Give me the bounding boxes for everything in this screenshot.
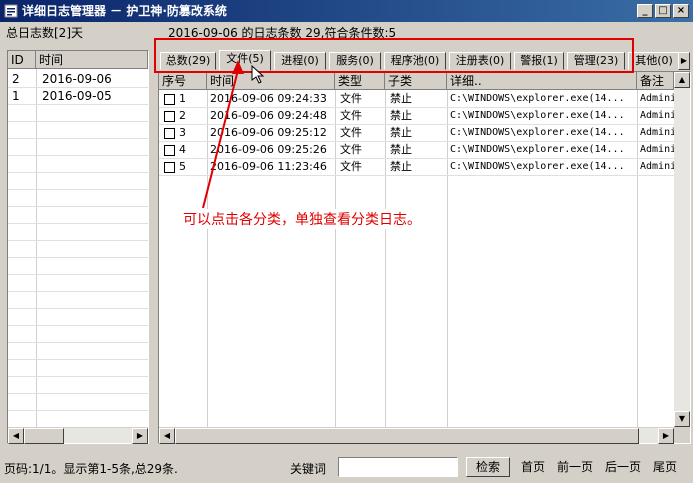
next-page-link[interactable]: 后一页 <box>605 458 641 475</box>
scroll-up-icon[interactable]: ▲ <box>674 72 690 88</box>
log-table-vscrollbar[interactable]: ▲ ▼ <box>674 72 690 427</box>
log-cell-subtype: 禁止 <box>390 143 412 156</box>
app-icon <box>4 4 18 18</box>
log-cell-note: Adminis <box>640 110 674 121</box>
maximize-button[interactable]: □ <box>655 4 671 18</box>
date-row-date[interactable]: 2016-09-05 <box>42 88 112 104</box>
annotation-text: 可以点击各分类，单独查看分类日志。 <box>181 209 423 229</box>
log-header-detail[interactable]: 详细.. <box>447 72 637 90</box>
log-cell-detail: C:\WINDOWS\explorer.exe(14... <box>450 93 625 104</box>
log-cell-type: 文件 <box>340 160 362 173</box>
log-cell-no: 2 <box>179 109 186 122</box>
log-cell-time: 2016-09-06 09:25:12 <box>210 126 327 139</box>
date-list-hscrollbar[interactable]: ◀ ▶ <box>8 427 148 444</box>
log-cell-note: Adminis <box>640 144 674 155</box>
date-row-id[interactable]: 2 <box>12 71 20 87</box>
scroll-down-icon[interactable]: ▼ <box>674 411 690 427</box>
log-manager-window: 详细日志管理器 － 护卫神·防篡改系统 _ □ × 总日志数[2]天 2016-… <box>0 0 693 483</box>
title-bar[interactable]: 详细日志管理器 － 护卫神·防篡改系统 _ □ × <box>0 0 693 22</box>
log-cell-type: 文件 <box>340 92 362 105</box>
log-header-subtype[interactable]: 子类 <box>385 72 447 90</box>
tabs-highlight-box <box>154 38 634 73</box>
log-header-no[interactable]: 序号 <box>159 72 207 90</box>
log-cell-no: 4 <box>179 143 186 156</box>
date-list-header-id[interactable]: ID <box>8 51 36 69</box>
log-table: 序号 时间 类型 子类 详细.. 备注 1 2016-09-06 09:24:3… <box>158 71 691 444</box>
log-header-note[interactable]: 备注 <box>637 72 674 90</box>
search-button[interactable]: 检索 <box>466 457 510 477</box>
prev-page-link[interactable]: 前一页 <box>557 458 593 475</box>
row-checkbox[interactable] <box>164 111 175 122</box>
log-cell-detail: C:\WINDOWS\explorer.exe(14... <box>450 161 625 172</box>
scroll-left-icon[interactable]: ◀ <box>159 428 175 444</box>
log-cell-note: Adminis <box>640 127 674 138</box>
log-cell-type: 文件 <box>340 143 362 156</box>
log-table-hscrollbar[interactable]: ◀ ▶ <box>159 427 674 444</box>
log-cell-no: 3 <box>179 126 186 139</box>
keyword-label: 关键词 <box>290 462 327 476</box>
log-cell-detail: C:\WINDOWS\explorer.exe(14... <box>450 110 625 121</box>
tab-other[interactable]: 其他(0) <box>628 52 680 70</box>
log-cell-time: 2016-09-06 11:23:46 <box>210 160 327 173</box>
date-row-date[interactable]: 2016-09-06 <box>42 71 112 87</box>
log-cell-note: Adminis <box>640 161 674 172</box>
scroll-thumb[interactable] <box>24 428 64 444</box>
tab-scroll-right-icon[interactable]: ▶ <box>678 52 690 70</box>
window-title: 详细日志管理器 － 护卫神·防篡改系统 <box>22 4 227 18</box>
row-checkbox[interactable] <box>164 128 175 139</box>
log-cell-subtype: 禁止 <box>390 109 412 122</box>
log-cell-no: 5 <box>179 160 186 173</box>
log-cell-detail: C:\WINDOWS\explorer.exe(14... <box>450 144 625 155</box>
scroll-right-icon[interactable]: ▶ <box>132 428 148 444</box>
row-checkbox[interactable] <box>164 162 175 173</box>
log-cell-time: 2016-09-06 09:24:48 <box>210 109 327 122</box>
scroll-left-icon[interactable]: ◀ <box>8 428 24 444</box>
date-row-id[interactable]: 1 <box>12 88 20 104</box>
log-cell-no: 1 <box>179 92 186 105</box>
last-page-link[interactable]: 尾页 <box>653 458 677 475</box>
row-checkbox[interactable] <box>164 145 175 156</box>
total-days-label: 总日志数[2]天 <box>6 26 83 40</box>
row-checkbox[interactable] <box>164 94 175 105</box>
minimize-button[interactable]: _ <box>637 4 653 18</box>
log-cell-subtype: 禁止 <box>390 126 412 139</box>
close-button[interactable]: × <box>673 4 689 18</box>
log-cell-detail: C:\WINDOWS\explorer.exe(14... <box>450 127 625 138</box>
date-list: ID 时间 2 2016-09-06 1 2016-09-05 ◀ ▶ <box>7 50 149 444</box>
scroll-thumb[interactable] <box>175 428 639 444</box>
log-cell-time: 2016-09-06 09:24:33 <box>210 92 327 105</box>
scroll-corner <box>674 427 690 443</box>
log-cell-note: Adminis <box>640 93 674 104</box>
date-list-header-date[interactable]: 时间 <box>36 51 148 69</box>
log-cell-type: 文件 <box>340 126 362 139</box>
page-info-label: 页码:1/1。显示第1-5条,总29条. <box>4 462 178 476</box>
log-cell-subtype: 禁止 <box>390 160 412 173</box>
log-cell-type: 文件 <box>340 109 362 122</box>
scroll-right-icon[interactable]: ▶ <box>658 428 674 444</box>
log-cell-subtype: 禁止 <box>390 92 412 105</box>
first-page-link[interactable]: 首页 <box>521 458 545 475</box>
keyword-input[interactable] <box>338 457 458 477</box>
log-header-type[interactable]: 类型 <box>335 72 385 90</box>
log-cell-time: 2016-09-06 09:25:26 <box>210 143 327 156</box>
log-header-time[interactable]: 时间 <box>207 72 335 90</box>
